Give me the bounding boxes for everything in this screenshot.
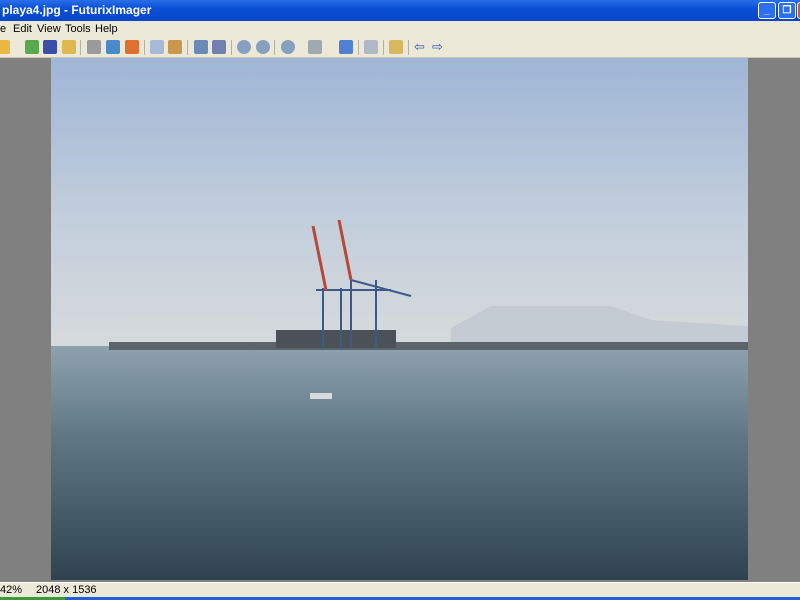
image-properties-icon[interactable]: [194, 40, 208, 54]
print-icon[interactable]: [87, 40, 101, 54]
zoom-menu-icon[interactable]: [281, 40, 295, 54]
menu-edit[interactable]: Edit: [13, 21, 32, 37]
menu-tools[interactable]: Tools: [65, 21, 91, 37]
title-bar: playa4.jpg - FuturixImager _ ❐: [0, 0, 800, 21]
status-bar: 42% 2048 x 1536: [0, 582, 800, 597]
minimize-button[interactable]: _: [758, 2, 776, 19]
info-icon[interactable]: [364, 40, 378, 54]
fullscreen-icon[interactable]: [339, 40, 353, 54]
harbor-photo: [51, 58, 748, 580]
menu-help[interactable]: Help: [95, 21, 118, 37]
menu-view[interactable]: View: [37, 21, 61, 37]
image-dimensions: 2048 x 1536: [36, 584, 97, 596]
zoom-in-icon[interactable]: [237, 40, 251, 54]
undo-icon[interactable]: [212, 40, 226, 54]
toolbar: ⇦ ⇨: [0, 37, 800, 58]
previous-icon[interactable]: ⇦: [414, 40, 428, 54]
open-folder-icon[interactable]: [62, 40, 76, 54]
paste-icon[interactable]: [168, 40, 182, 54]
menu-file[interactable]: e: [0, 21, 6, 37]
save-icon[interactable]: [43, 40, 57, 54]
plugin-icon[interactable]: [125, 40, 139, 54]
restore-button[interactable]: ❐: [778, 2, 796, 19]
window-title: playa4.jpg - FuturixImager: [2, 3, 152, 17]
effects-icon[interactable]: [106, 40, 120, 54]
copy-icon[interactable]: [150, 40, 164, 54]
scan-icon[interactable]: [308, 40, 322, 54]
refresh-icon[interactable]: [25, 40, 39, 54]
menu-bar: e Edit View Tools Help: [0, 21, 800, 37]
next-icon[interactable]: ⇨: [432, 40, 446, 54]
browse-folder-icon[interactable]: [389, 40, 403, 54]
image-viewer: [0, 58, 800, 582]
zoom-out-icon[interactable]: [256, 40, 270, 54]
zoom-level: 42%: [0, 584, 23, 596]
open-icon[interactable]: [0, 40, 10, 54]
